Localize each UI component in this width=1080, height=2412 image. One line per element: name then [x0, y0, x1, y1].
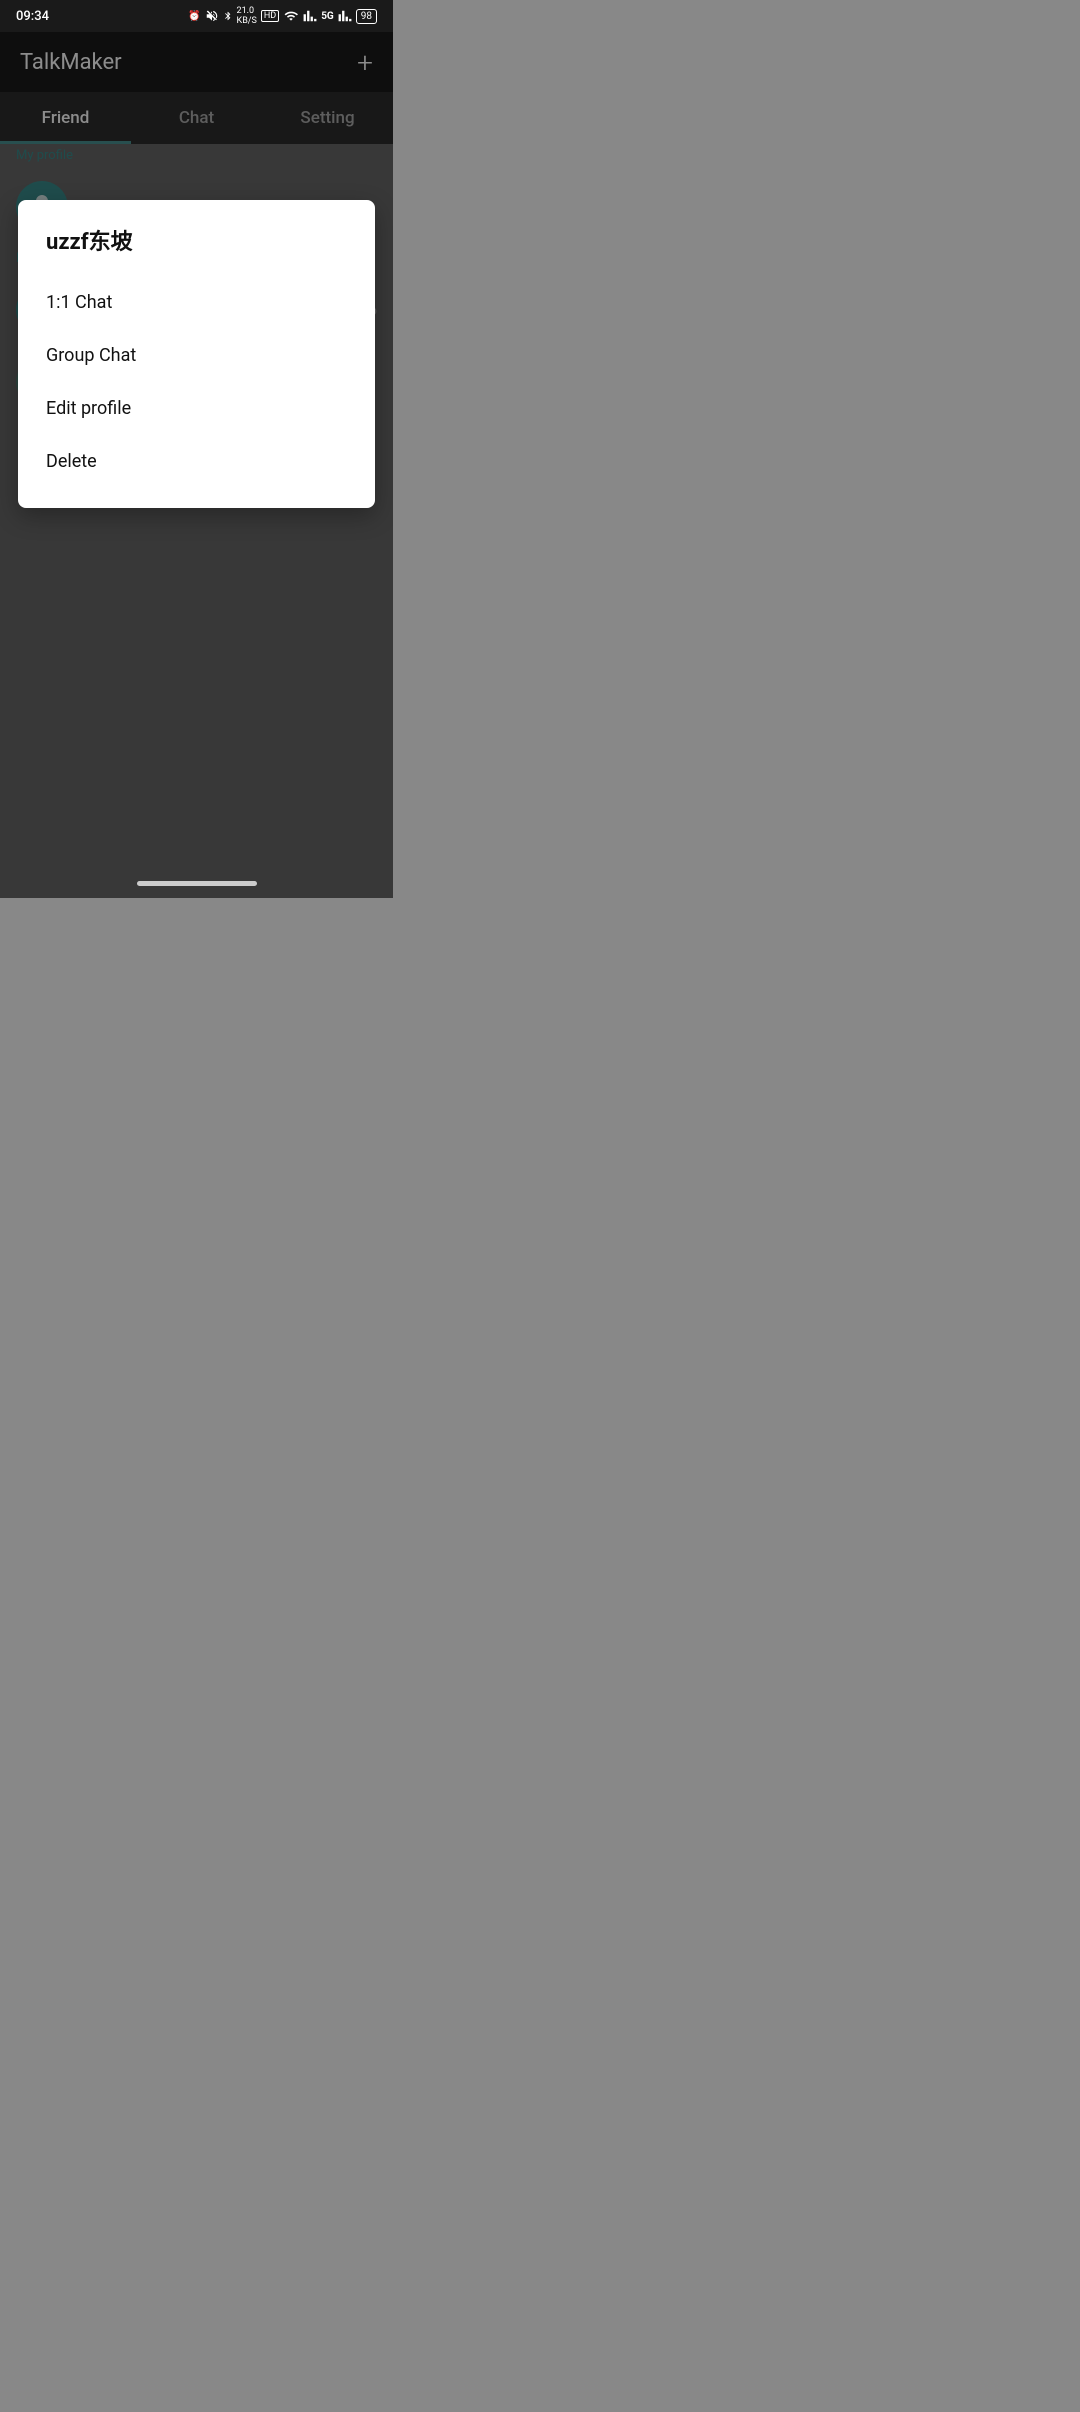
alarm-icon: ⏰ [188, 11, 200, 22]
wifi-icon [283, 9, 299, 23]
signal-5g-bars [338, 9, 352, 23]
hd-icon: HD [261, 10, 279, 22]
mute-icon [205, 9, 219, 23]
bluetooth-icon [223, 9, 233, 23]
delete-button[interactable]: Delete [46, 435, 347, 488]
context-menu: uzzf东坡 1:1 Chat Group Chat Edit profile … [18, 200, 375, 508]
signal-icon [303, 9, 317, 23]
edit-profile-button[interactable]: Edit profile [46, 382, 347, 435]
group-chat-button[interactable]: Group Chat [46, 329, 347, 382]
status-time: 09:34 [16, 9, 49, 24]
status-icons: ⏰ 21.0KB/S HD [188, 6, 377, 26]
data-speed: 21.0KB/S [237, 6, 257, 26]
page-wrapper: 09:34 ⏰ 21.0KB/S HD [0, 0, 393, 898]
bottom-home-indicator [137, 881, 257, 886]
context-menu-title: uzzf东坡 [46, 224, 347, 256]
one-to-one-chat-button[interactable]: 1:1 Chat [46, 276, 347, 329]
5g-icon: 5G [321, 11, 334, 22]
battery-icon: 98 [356, 9, 377, 24]
status-bar: 09:34 ⏰ 21.0KB/S HD [0, 0, 393, 32]
